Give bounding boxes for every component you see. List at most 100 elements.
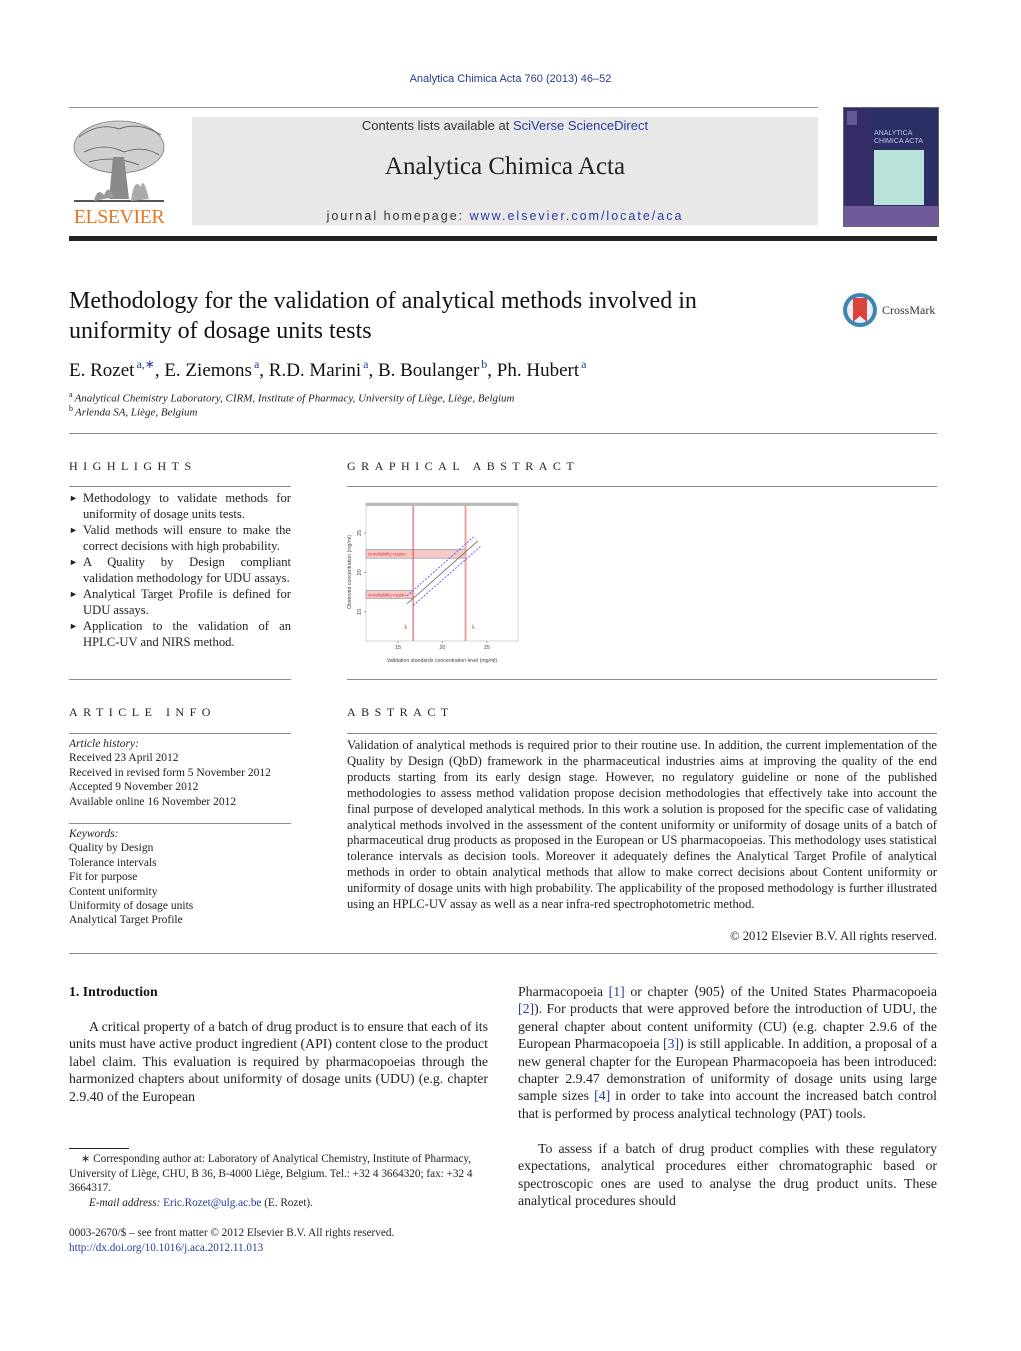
email-label: E-mail address: xyxy=(89,1197,164,1209)
intro-paragraph-right-1: Pharmacopoeia [1] or chapter ⟨905⟩ of th… xyxy=(518,984,938,1121)
section-heading-introduction: 1. Introduction xyxy=(69,984,158,999)
keyword: Analytical Target Profile xyxy=(69,914,183,927)
article-history: Article history: Received 23 April 2012 … xyxy=(69,737,291,809)
author[interactable]: Ph. Hubert a xyxy=(497,357,587,381)
keyword: Content uniformity xyxy=(69,885,158,898)
divider xyxy=(69,953,937,954)
x-tick-label: 25 xyxy=(484,645,490,651)
homepage-link[interactable]: www.elsevier.com/locate/aca xyxy=(470,209,684,223)
article-info-heading: ARTICLE INFO xyxy=(69,705,216,719)
email-footnote: E-mail address: Eric.Rozet@ulg.ac.be (E.… xyxy=(69,1196,509,1211)
keyword: Tolerance intervals xyxy=(69,856,157,869)
cover-title-line1: ANALYTICA xyxy=(874,130,913,137)
doi-link[interactable]: http://dx.doi.org/10.1016/j.aca.2012.11.… xyxy=(69,1242,263,1254)
crossmark-label: CrossMark xyxy=(882,303,936,317)
highlight-item: ► Analytical Target Profile is defined fo… xyxy=(69,587,291,617)
history-online: Available online 16 November 2012 xyxy=(69,795,237,808)
history-revised: Received in revised form 5 November 2012 xyxy=(69,766,271,779)
history-accepted: Accepted 9 November 2012 xyxy=(69,781,199,794)
plot-top-bar xyxy=(366,503,518,506)
sciencedirect-link[interactable]: SciVerse ScienceDirect xyxy=(513,118,648,133)
abstract-copyright: © 2012 Elsevier B.V. All rights reserved… xyxy=(730,929,937,943)
author[interactable]: B. Boulanger b xyxy=(378,357,487,381)
crossmark-badge[interactable]: CrossMark xyxy=(842,292,942,328)
x-tick-label: 15 xyxy=(395,645,401,651)
journal-header-box: Contents lists available at SciVerse Sci… xyxy=(192,117,818,225)
history-heading: Article history: xyxy=(69,738,139,750)
divider xyxy=(69,733,291,734)
divider xyxy=(69,679,291,680)
bullet-triangle-icon: ► xyxy=(69,557,78,567)
divider xyxy=(69,823,291,824)
affiliation-b: b Arlenda SA, Liège, Belgium xyxy=(69,404,198,419)
y-tick-label: 20 xyxy=(357,569,363,575)
keyword: Uniformity of dosage units xyxy=(69,900,194,913)
highlight-item: ► Application to the validation of an HPL… xyxy=(69,619,291,649)
divider xyxy=(69,486,291,487)
reference-link[interactable]: [4] xyxy=(594,1088,610,1103)
footnote-rule xyxy=(69,1148,129,1149)
limit-label: λ xyxy=(404,625,407,631)
cover-bottom-band xyxy=(844,206,938,226)
y-axis-label: Observed concentration (mg/ml) xyxy=(347,535,353,609)
contents-line: Contents lists available at SciVerse Sci… xyxy=(192,118,818,133)
journal-cover-image[interactable]: ANALYTICA CHIMICA ACTA xyxy=(843,107,939,227)
reference-link[interactable]: [2] xyxy=(518,1001,534,1016)
journal-homepage: journal homepage: www.elsevier.com/locat… xyxy=(192,209,818,223)
highlight-item: ► Methodology to validate methods for uni… xyxy=(69,491,291,521)
x-axis-label: Validation standards concentration level… xyxy=(387,658,498,664)
limit-label: λ xyxy=(472,625,475,631)
elsevier-wordmark: ELSEVIER xyxy=(73,206,165,228)
y-tick-label: 15 xyxy=(357,609,363,615)
intro-paragraph-left: A critical property of a batch of drug p… xyxy=(69,1019,488,1104)
cover-title-line2: CHIMICA ACTA xyxy=(874,138,923,145)
doi-line: http://dx.doi.org/10.1016/j.aca.2012.11.… xyxy=(69,1241,489,1256)
affiliation-a: a Analytical Chemistry Laboratory, CIRM, … xyxy=(69,390,515,405)
homepage-prefix: journal homepage: xyxy=(326,209,470,223)
region-label: Unreliability region xyxy=(368,592,406,597)
divider xyxy=(347,679,937,680)
elsevier-logo[interactable]: ELSEVIER xyxy=(69,117,169,229)
graphical-abstract-chart[interactable]: Unreliability region Unreliability region… xyxy=(340,495,530,670)
elsevier-tree-icon xyxy=(73,120,165,202)
abstract-heading: ABSTRACT xyxy=(347,705,454,719)
intro-paragraph-right-2: To assess if a batch of drug product com… xyxy=(518,1141,937,1209)
email-link[interactable]: Eric.Rozet@ulg.ac.be xyxy=(163,1197,261,1209)
plot-area xyxy=(365,502,519,642)
author[interactable]: E. Ziemons a xyxy=(164,357,259,381)
divider xyxy=(347,733,937,734)
article-page: Analytica Chimica Acta 760 (2013) 46–52 … xyxy=(0,0,1021,1351)
highlights-list: ► Methodology to validate methods for uni… xyxy=(69,490,291,650)
region-label: Unreliability region xyxy=(368,552,406,557)
header-thick-rule xyxy=(69,236,937,241)
highlights-heading: HIGHLIGHTS xyxy=(69,459,197,473)
issn-line: 0003-2670/$ – see front matter © 2012 El… xyxy=(69,1227,395,1239)
keywords: Keywords: Quality by Design Tolerance in… xyxy=(69,827,291,928)
cover-title: ANALYTICA CHIMICA ACTA xyxy=(874,130,923,146)
bullet-triangle-icon: ► xyxy=(69,493,78,503)
keyword: Quality by Design xyxy=(69,842,154,855)
abstract-text: Validation of analytical methods is requ… xyxy=(347,738,937,912)
x-tick-label: 20 xyxy=(439,645,445,651)
crossmark-icon xyxy=(843,293,877,327)
author[interactable]: R.D. Marini a xyxy=(269,357,369,381)
journal-citation[interactable]: Analytica Chimica Acta 760 (2013) 46–52 xyxy=(0,73,1021,85)
header-rule xyxy=(69,107,818,108)
highlight-item: ► A Quality by Design compliant validatio… xyxy=(69,555,291,585)
divider xyxy=(347,486,937,487)
author[interactable]: E. Rozet a,∗ xyxy=(69,357,155,381)
contents-prefix: Contents lists available at xyxy=(361,118,513,133)
email-suffix: (E. Rozet). xyxy=(261,1197,313,1209)
article-title: Methodology for the validation of analyt… xyxy=(69,288,697,344)
bullet-triangle-icon: ► xyxy=(69,525,78,535)
author-list: E. Rozet a,∗, E. Ziemons a, R.D. Marini a, … xyxy=(69,357,587,381)
bullet-triangle-icon: ► xyxy=(69,621,78,631)
keyword: Fit for purpose xyxy=(69,871,138,884)
corresponding-author-footnote: ∗ Corresponding author at: Laboratory of… xyxy=(69,1153,473,1194)
bullet-triangle-icon: ► xyxy=(69,589,78,599)
graphical-abstract-heading: GRAPHICAL ABSTRACT xyxy=(347,459,580,473)
reference-link[interactable]: [3] xyxy=(663,1036,679,1051)
reference-link[interactable]: [1] xyxy=(609,984,625,999)
divider xyxy=(69,433,937,434)
journal-name: Analytica Chimica Acta xyxy=(384,153,626,180)
